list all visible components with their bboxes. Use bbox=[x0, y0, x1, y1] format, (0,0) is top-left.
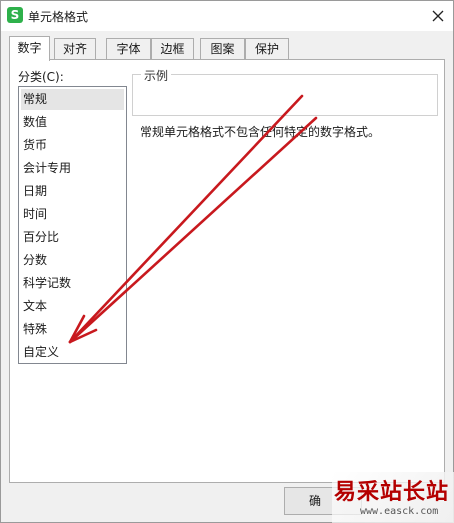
category-item-text[interactable]: 文本 bbox=[21, 296, 124, 317]
watermark-logo: 易采站长站 bbox=[334, 479, 450, 505]
tab-protection[interactable]: 保护 bbox=[245, 38, 289, 60]
tab-border[interactable]: 边框 bbox=[151, 38, 194, 60]
wps-app-icon: S bbox=[7, 7, 23, 23]
number-tab-panel: 分类(C): 常规 数值 货币 会计专用 日期 时间 百分比 分数 科学记数 文… bbox=[9, 59, 445, 483]
tab-alignment[interactable]: 对齐 bbox=[54, 38, 96, 60]
sample-group: 示例 bbox=[132, 67, 438, 116]
watermark-url: www.easck.com bbox=[360, 506, 439, 517]
category-item-special[interactable]: 特殊 bbox=[21, 319, 124, 340]
site-watermark: 易采站长站 www.easck.com bbox=[332, 472, 454, 523]
category-listbox[interactable]: 常规 数值 货币 会计专用 日期 时间 百分比 分数 科学记数 文本 特殊 自定… bbox=[18, 86, 127, 364]
close-icon bbox=[432, 10, 444, 22]
category-item-general[interactable]: 常规 bbox=[21, 89, 124, 110]
dialog-title: 单元格格式 bbox=[28, 10, 89, 24]
category-item-percentage[interactable]: 百分比 bbox=[21, 227, 124, 248]
category-item-accounting[interactable]: 会计专用 bbox=[21, 158, 124, 179]
category-item-custom[interactable]: 自定义 bbox=[21, 342, 124, 363]
category-item-scientific[interactable]: 科学记数 bbox=[21, 273, 124, 294]
tab-pattern[interactable]: 图案 bbox=[200, 38, 245, 60]
category-label: 分类(C): bbox=[18, 70, 64, 84]
tab-number[interactable]: 数字 bbox=[9, 36, 50, 61]
close-button[interactable] bbox=[423, 1, 453, 31]
category-item-time[interactable]: 时间 bbox=[21, 204, 124, 225]
format-cells-dialog: S 单元格格式 数字 对齐 字体 边框 图案 保护 分类(C): 常规 数值 货… bbox=[0, 0, 454, 523]
tab-font[interactable]: 字体 bbox=[106, 38, 151, 60]
category-item-date[interactable]: 日期 bbox=[21, 181, 124, 202]
category-item-number[interactable]: 数值 bbox=[21, 112, 124, 133]
sample-label: 示例 bbox=[141, 67, 172, 84]
title-bar: S 单元格格式 bbox=[1, 1, 453, 31]
category-item-currency[interactable]: 货币 bbox=[21, 135, 124, 156]
category-item-fraction[interactable]: 分数 bbox=[21, 250, 124, 271]
format-description: 常规单元格格式不包含任何特定的数字格式。 bbox=[140, 125, 381, 139]
